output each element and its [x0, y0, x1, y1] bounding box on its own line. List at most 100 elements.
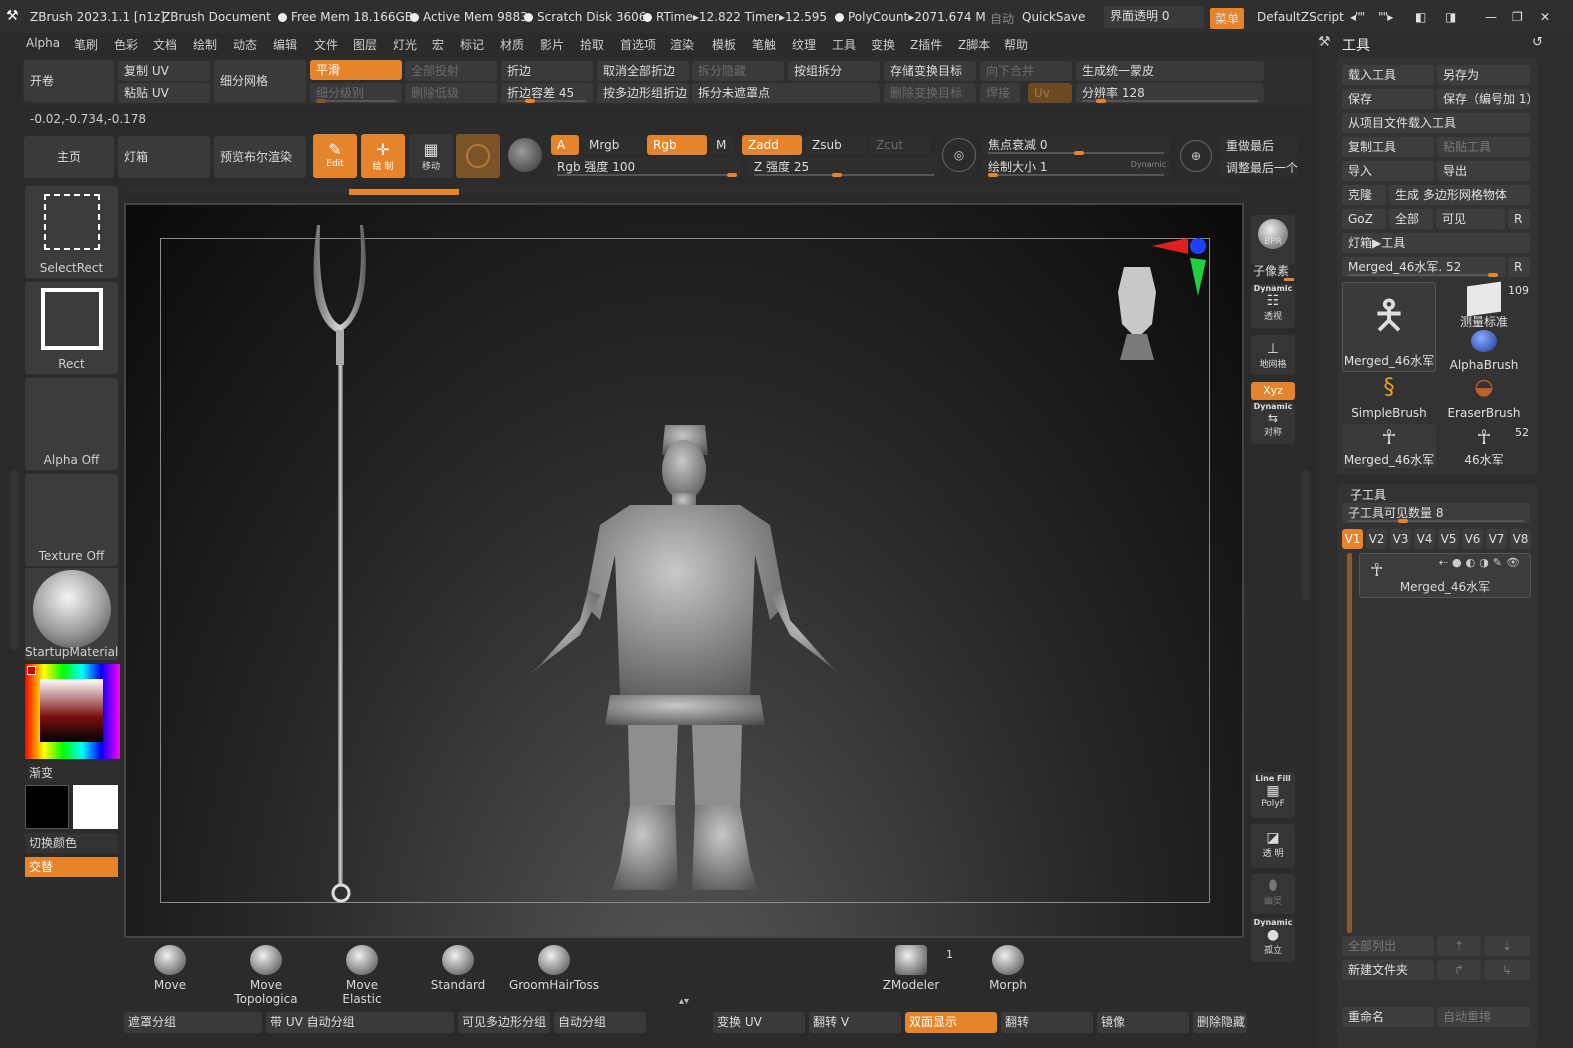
uncrease-all-button[interactable]: 取消全部折边	[597, 61, 689, 81]
transform-uv-button[interactable]: 变换 UV	[713, 1012, 805, 1033]
xyz-symmetry-toggle[interactable]: Xyz	[1251, 382, 1295, 400]
weld-button[interactable]: 焊接	[980, 83, 1020, 103]
z-intensity-slider[interactable]: Z 强度 25	[748, 157, 938, 177]
folder-move-icon[interactable]: ↱	[1437, 960, 1481, 980]
selectrect-tool[interactable]: SelectRect	[25, 186, 118, 278]
right-tray-handle[interactable]	[1302, 470, 1310, 600]
bpr-preview-button[interactable]: 预览布尔渲染	[214, 136, 306, 178]
tool-thumb-46[interactable]: ☥ 46水军 52	[1437, 424, 1531, 468]
clone-button[interactable]: 克隆	[1342, 185, 1386, 205]
lazy-mouse-icon[interactable]: ◎	[942, 138, 976, 172]
shelf-tab-active[interactable]	[349, 189, 459, 195]
subtool-visible-count-slider[interactable]: 子工具可见数量 8	[1342, 503, 1530, 523]
menu-17[interactable]: 模板	[712, 36, 736, 53]
resolution-slider[interactable]: 分辨率 128	[1076, 83, 1264, 103]
transparency-button[interactable]: ◪ 透 明	[1251, 824, 1295, 868]
paste-uv-button[interactable]: 粘贴 UV	[118, 83, 210, 103]
material-selector[interactable]: StartupMaterial	[25, 568, 118, 660]
bottom-tray-handle[interactable]: ▴▾	[620, 997, 748, 1007]
symmetry-button[interactable]: Dynamic ⇆ 对称	[1251, 402, 1295, 444]
scroll-right-icon[interactable]: ''''▸	[1378, 10, 1393, 24]
current-tool-slider[interactable]: Merged_46水军. 52	[1342, 257, 1506, 277]
alternate-button[interactable]: 交替	[25, 857, 118, 877]
subtool-tab-v5[interactable]: V5	[1438, 529, 1459, 549]
dynamic-brush-icon[interactable]: ⊕	[1180, 140, 1212, 172]
brush-morph[interactable]: Morph	[985, 945, 1031, 992]
brush-move[interactable]: Move	[150, 945, 190, 992]
bpr-render-button[interactable]: BPR	[1251, 215, 1295, 265]
zscript-label[interactable]: DefaultZScript	[1257, 10, 1344, 24]
edit-mode-button[interactable]: ✎ Edit	[313, 134, 357, 178]
subtool-tab-v4[interactable]: V4	[1414, 529, 1435, 549]
crease-button[interactable]: 折边	[501, 61, 593, 81]
brush-zmodeler[interactable]: ZModeler	[880, 945, 942, 992]
tool-thumb-alphabrush[interactable]: AlphaBrush	[1437, 328, 1531, 372]
brush-groomhairtoss[interactable]: GroomHairToss	[508, 945, 600, 992]
goz-r-button[interactable]: R	[1508, 209, 1530, 229]
merge-down-button[interactable]: 向下合并	[980, 61, 1072, 81]
menu-6[interactable]: 编辑	[273, 36, 297, 53]
mirror-button[interactable]: 镜像	[1097, 1012, 1189, 1033]
lightbox-button[interactable]: 灯箱	[118, 136, 210, 178]
delete-morph-button[interactable]: 删除变换目标	[884, 83, 976, 103]
new-folder-button[interactable]: 新建文件夹	[1342, 960, 1434, 980]
menu-5[interactable]: 动态	[233, 36, 257, 53]
solo-button[interactable]: Dynamic ● 孤立	[1251, 918, 1295, 962]
copy-tool-button[interactable]: 复制工具	[1342, 137, 1434, 157]
quicksave-button[interactable]: QuickSave	[1022, 10, 1085, 24]
menu-22[interactable]: Z插件	[910, 36, 942, 53]
floor-grid-button[interactable]: ⊥ 地网格	[1251, 335, 1295, 375]
close-icon[interactable]: ✕	[1540, 10, 1550, 24]
list-all-button[interactable]: 全部列出	[1342, 936, 1434, 956]
load-from-project-button[interactable]: 从项目文件载入工具	[1342, 113, 1530, 133]
menu-7[interactable]: 文件	[314, 36, 338, 53]
split-hidden-button[interactable]: 拆分隐藏	[692, 61, 784, 81]
subtool-toggle-icons[interactable]: ⇠●◐◑✎👁	[1439, 556, 1524, 569]
copy-uv-button[interactable]: 复制 UV	[118, 61, 210, 81]
minimize-icon[interactable]: —	[1485, 10, 1497, 24]
tool-thumb-merged-small[interactable]: ☥ Merged_46水军	[1342, 424, 1436, 468]
menu-15[interactable]: 首选项	[620, 36, 656, 53]
subtool-tab-v2[interactable]: V2	[1366, 529, 1387, 549]
menu-0[interactable]: Alpha	[26, 36, 60, 50]
layout-icon[interactable]: ◧	[1415, 10, 1426, 24]
reset-panel-icon[interactable]: ↺	[1532, 35, 1543, 50]
rgb-toggle[interactable]: Rgb	[647, 135, 707, 155]
gradient-label[interactable]: 渐变	[27, 763, 119, 783]
redo-last-button[interactable]: 重做最后	[1220, 136, 1298, 156]
left-tray-handle[interactable]	[10, 470, 18, 650]
texture-selector[interactable]: Texture Off	[25, 474, 118, 566]
zsub-toggle[interactable]: Zsub	[806, 135, 866, 155]
save-as-button[interactable]: 另存为	[1437, 65, 1530, 85]
auto-groups-uv-button[interactable]: 带 UV 自动分组	[266, 1012, 454, 1033]
subdiv-level-slider[interactable]: 细分级别	[310, 83, 402, 103]
draw-mode-button[interactable]: ✛ 绘 制	[361, 134, 405, 178]
subtool-tab-v6[interactable]: V6	[1462, 529, 1483, 549]
rect-stroke[interactable]: Rect	[25, 282, 118, 374]
scroll-left-icon[interactable]: ◂''''	[1350, 10, 1365, 24]
secondary-color-swatch[interactable]	[73, 785, 118, 829]
switch-color-button[interactable]: 切换颜色	[25, 833, 118, 853]
zcut-toggle[interactable]: Zcut	[870, 135, 930, 155]
menu-10[interactable]: 宏	[432, 36, 444, 53]
menu-18[interactable]: 笔触	[752, 36, 776, 53]
ui-transparency-slider[interactable]: 界面透明 0	[1104, 6, 1204, 28]
mask-groups-button[interactable]: 遮罩分组	[124, 1012, 262, 1033]
folder-out-icon[interactable]: ↳	[1484, 960, 1530, 980]
brush-move-elastic[interactable]: Move Elastic	[325, 945, 399, 1006]
menu-1[interactable]: 笔刷	[74, 36, 98, 53]
subtool-tab-v8[interactable]: V8	[1510, 529, 1531, 549]
save-button[interactable]: 保存	[1342, 89, 1434, 109]
menu-4[interactable]: 绘制	[193, 36, 217, 53]
project-all-button[interactable]: 全部投射	[405, 61, 497, 81]
menu-12[interactable]: 材质	[500, 36, 524, 53]
load-tool-button[interactable]: 载入工具	[1342, 65, 1434, 85]
tool-thumb-merged[interactable]: 🯅 Merged_46水军	[1342, 282, 1436, 372]
delete-lower-button[interactable]: 删除低级	[405, 83, 497, 103]
subpixel-label[interactable]: 子像素	[1253, 262, 1289, 279]
tool-r-button[interactable]: R	[1508, 257, 1530, 277]
subtool-item[interactable]: ☥ ⇠●◐◑✎👁 Merged_46水军	[1359, 553, 1531, 598]
menu-9[interactable]: 灯光	[393, 36, 417, 53]
menu-toggle-button[interactable]: 菜单	[1210, 8, 1245, 29]
rotate-mode-button[interactable]	[508, 138, 542, 172]
